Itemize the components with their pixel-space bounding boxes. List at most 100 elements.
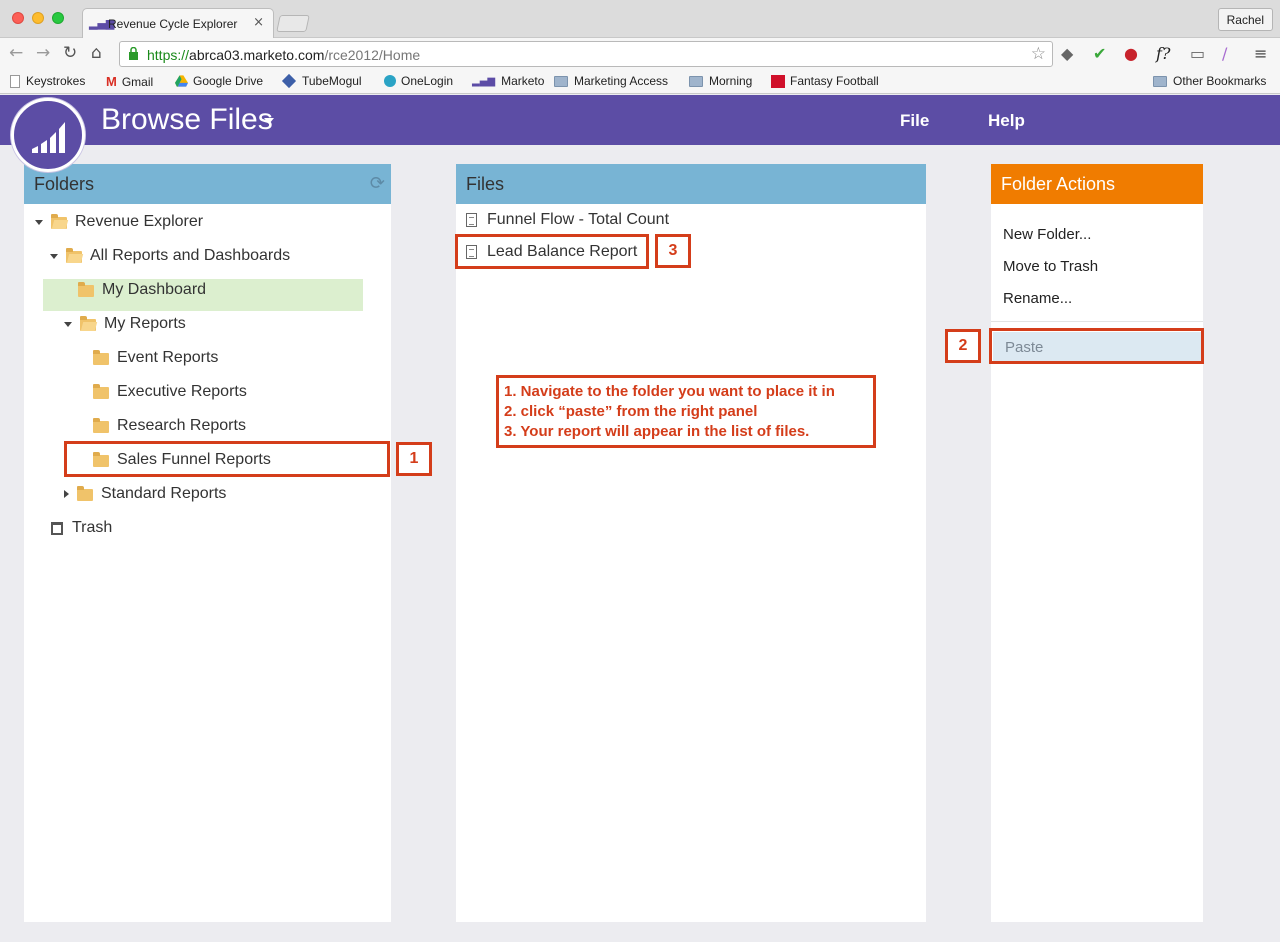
caret-down-icon[interactable] [64,321,72,327]
home-icon[interactable]: ⌂ [91,43,102,63]
tree-item-my-reports[interactable]: My Reports [64,311,186,337]
drive-icon [175,75,188,87]
move-to-trash-action[interactable]: Move to Trash [1003,258,1098,275]
forward-arrow-icon[interactable]: → [36,43,50,63]
tab-title: Revenue Cycle Explorer [108,17,238,31]
tree-item-my-dashboard[interactable]: My Dashboard [78,277,206,303]
marketo-logo[interactable] [11,98,85,172]
tree-item-executive-reports[interactable]: Executive Reports [93,379,247,405]
bookmark-fantasy-football[interactable]: Fantasy Football [771,74,879,88]
file-item-label: Funnel Flow - Total Count [487,211,670,228]
rename-action[interactable]: Rename... [1003,290,1072,307]
folder-actions-panel: Folder Actions New Folder... Move to Tra… [991,164,1203,922]
annotation-highlight-sales-funnel [64,441,390,477]
tree-item-label: My Reports [104,315,186,332]
folder-icon [93,384,109,399]
files-panel: Files Funnel Flow - Total Count Lead Bal… [456,164,926,922]
tree-item-label: Event Reports [117,349,219,366]
new-folder-action[interactable]: New Folder... [1003,226,1091,243]
annotation-step-1: 1 [396,442,432,476]
tree-item-label: All Reports and Dashboards [90,247,291,264]
evernote-extension-icon[interactable]: ◆ [1061,44,1073,63]
browser-tab[interactable]: ▂▄▆ Revenue Cycle Explorer × [82,8,274,38]
page-icon [10,74,20,88]
bookmark-marketing-access[interactable]: Marketing Access [554,74,668,88]
tree-item-standard-reports[interactable]: Standard Reports [64,481,226,507]
instruction-line: 3. Your report will appear in the list o… [504,423,810,440]
trash-icon [51,521,63,535]
bookmark-tubemogul[interactable]: TubeMogul [281,73,362,89]
minimize-window-button[interactable] [32,12,44,24]
tree-item-trash[interactable]: Trash [49,515,112,541]
folder-icon [689,75,703,87]
lock-icon [129,47,138,60]
menu-help[interactable]: Help [988,111,1025,131]
reload-icon[interactable]: ↻ [63,43,77,63]
refresh-icon[interactable]: ⟳ [370,173,385,194]
annotation-highlight-lead-balance [455,234,649,269]
folder-icon [93,418,109,433]
tree-item-event-reports[interactable]: Event Reports [93,345,218,371]
tab-close-icon[interactable]: × [253,15,264,30]
tree-item-label: Revenue Explorer [75,213,204,230]
bookmark-onelogin[interactable]: OneLogin [384,74,453,88]
folder-open-icon [51,214,67,229]
bookmark-google-drive[interactable]: Google Drive [175,74,263,88]
close-window-button[interactable] [12,12,24,24]
address-bar[interactable]: https://abrca03.marketo.com/rce2012/Home… [119,41,1053,67]
marketo-logo-icon [32,122,65,153]
folder-icon [78,282,94,297]
bookmark-other-bookmarks[interactable]: Other Bookmarks [1153,74,1266,88]
tree-item-label: My Dashboard [102,281,207,298]
caret-down-icon[interactable] [50,253,58,259]
onelogin-icon [384,75,396,87]
folder-icon [1153,75,1167,87]
fantasy-icon [771,74,785,88]
bookmark-keystrokes[interactable]: Keystrokes [10,74,85,88]
menu-file[interactable]: File [900,111,929,131]
formula-extension-icon[interactable]: f? [1156,44,1171,63]
bookmarks-bar: Keystrokes M Gmail Google Drive TubeMogul… [0,70,1280,94]
chrome-menu-icon[interactable]: ≡ [1254,44,1267,63]
tree-item-label: Trash [72,519,113,536]
file-item-funnel-flow[interactable]: Funnel Flow - Total Count [466,208,669,232]
caret-down-icon[interactable] [35,219,43,225]
bookmark-marketo[interactable]: ▂▄▆ Marketo [472,74,544,88]
bookmark-star-icon[interactable]: ☆ [1031,44,1046,64]
new-tab-button[interactable] [276,15,310,32]
checkmark-extension-icon[interactable]: ✔ [1093,44,1106,63]
files-header-label: Files [466,174,505,194]
folder-icon [554,75,568,87]
url-text: https://abrca03.marketo.com/rce2012/Home [147,47,421,63]
folder-open-icon [80,316,96,331]
title-dropdown-caret-icon[interactable] [264,118,274,124]
folder-actions-header-label: Folder Actions [1001,174,1116,194]
tree-item-label: Research Reports [117,417,246,434]
folder-icon [93,350,109,365]
browser-toolbar: ← → ↻ ⌂ https://abrca03.marketo.com/rce2… [0,38,1280,70]
page-title[interactable]: Browse Files [101,103,273,137]
pinterest-extension-icon[interactable]: ● [1124,44,1138,63]
document-icon [466,213,477,227]
folder-open-icon [66,248,82,263]
feather-extension-icon[interactable]: / [1222,44,1227,63]
instruction-line: 2. click “paste” from the right panel [504,403,758,420]
tree-item-revenue-explorer[interactable]: Revenue Explorer [35,209,203,235]
bookmark-morning[interactable]: Morning [689,74,752,88]
caret-right-icon[interactable] [64,490,69,498]
zoom-window-button[interactable] [52,12,64,24]
tree-item-label: Executive Reports [117,383,247,400]
annotation-step-3: 3 [655,234,691,268]
browser-tab-bar: ▂▄▆ Revenue Cycle Explorer × Rachel [0,0,1280,38]
cast-icon[interactable]: ▭ [1190,44,1205,63]
gmail-icon: M [106,74,117,89]
files-panel-header: Files [456,164,926,204]
profile-button[interactable]: Rachel [1217,8,1273,31]
tree-item-research-reports[interactable]: Research Reports [93,413,246,439]
instructions-note: 1. Navigate to the folder you want to pl… [496,375,876,448]
bookmark-gmail[interactable]: M Gmail [106,74,153,89]
tree-item-all-reports[interactable]: All Reports and Dashboards [50,243,290,269]
folder-actions-header: Folder Actions [991,164,1203,204]
back-arrow-icon[interactable]: ← [9,43,23,63]
tubemogul-icon [281,73,297,89]
